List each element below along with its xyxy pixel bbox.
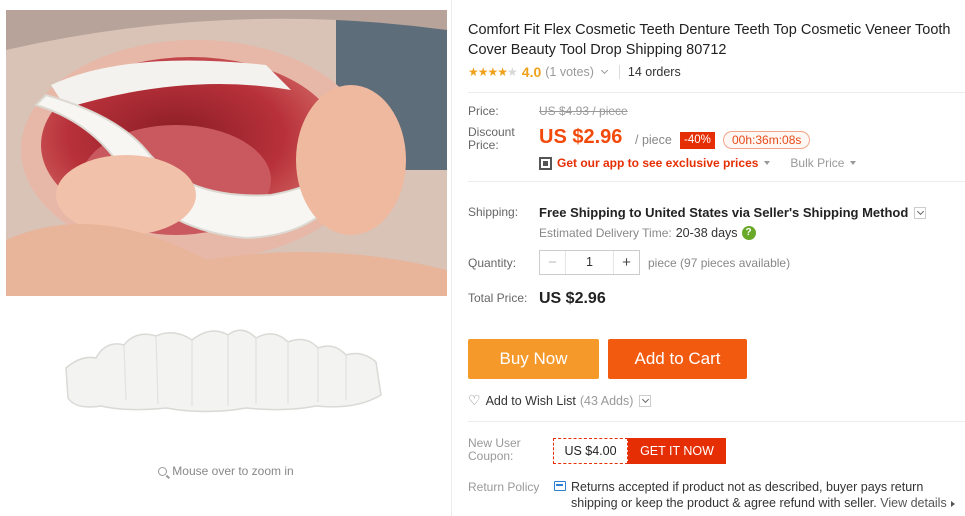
- product-title: Comfort Fit Flex Cosmetic Teeth Denture …: [468, 22, 951, 58]
- stock-availability: piece (97 pieces available): [648, 256, 791, 270]
- quantity-input[interactable]: 1: [565, 251, 614, 274]
- rating-stars-icon: ★★★★★: [468, 65, 518, 79]
- image-gallery: Mouse over to zoom in: [0, 0, 452, 516]
- divider: [468, 421, 965, 422]
- wishlist-dropdown-icon[interactable]: [639, 394, 652, 407]
- coupon-amount: US $4.00: [553, 438, 628, 464]
- veneer-illustration: [65, 329, 382, 413]
- product-page: Mouse over to zoom in Comfort Fit Flex C…: [0, 0, 965, 516]
- discount-price: US $2.96: [539, 126, 623, 148]
- product-info: Comfort Fit Flex Cosmetic Teeth Denture …: [468, 0, 965, 516]
- return-policy-description: Returns accepted if product not as descr…: [571, 480, 924, 510]
- add-to-wishlist-link[interactable]: Add to Wish List: [486, 394, 576, 408]
- delivery-label: Estimated Delivery Time:: [539, 226, 672, 240]
- dropdown-triangle-icon[interactable]: [764, 161, 771, 165]
- quantity-label: Quantity:: [468, 256, 517, 270]
- shipping-method-text[interactable]: Free Shipping to United States via Selle…: [539, 205, 908, 220]
- return-policy-label: Return Policy: [468, 480, 540, 494]
- price-label: Price:: [468, 104, 499, 118]
- orders-count: 14 orders: [627, 65, 681, 79]
- total-price-label: Total Price:: [468, 291, 528, 305]
- shipping-dropdown-icon[interactable]: [914, 206, 927, 219]
- chevron-down-icon[interactable]: [600, 66, 608, 75]
- delivery-time: Estimated Delivery Time: 20-38 days ?: [539, 226, 756, 240]
- main-product-image[interactable]: [6, 10, 447, 296]
- app-price-row: Get our app to see exclusive prices Bulk…: [539, 156, 862, 170]
- heart-icon[interactable]: ♡: [468, 392, 481, 409]
- shipping-method[interactable]: Free Shipping to United States via Selle…: [539, 205, 927, 220]
- view-details-link[interactable]: View details: [880, 496, 946, 510]
- divider: [618, 65, 620, 79]
- votes-link[interactable]: (1 votes): [545, 65, 594, 79]
- increase-quantity-button[interactable]: +: [614, 251, 639, 274]
- help-icon[interactable]: ?: [741, 226, 756, 240]
- per-piece-unit: / piece: [635, 133, 672, 147]
- buy-now-button[interactable]: Buy Now: [468, 339, 599, 379]
- original-price: US $4.93 / piece: [539, 104, 628, 118]
- rating-row: ★★★★★ 4.0 (1 votes) 14 orders: [468, 64, 681, 80]
- total-price: US $2.96: [539, 290, 606, 307]
- decrease-quantity-button[interactable]: −: [540, 251, 565, 274]
- dropdown-triangle-icon[interactable]: [850, 161, 857, 165]
- divider: [468, 92, 965, 93]
- zoom-hint: Mouse over to zoom in: [0, 464, 452, 478]
- wishlist-count: (43 Adds): [579, 393, 634, 408]
- rating-value: 4.0: [521, 64, 542, 80]
- return-policy-icon: [554, 481, 566, 491]
- mouth-photo: [6, 10, 447, 296]
- return-policy-text: Returns accepted if product not as descr…: [571, 479, 965, 511]
- qr-code-icon: [539, 156, 552, 170]
- magnifier-icon: [158, 467, 168, 476]
- discount-badge: -40%: [680, 132, 715, 149]
- get-coupon-button[interactable]: GET IT NOW: [628, 438, 726, 464]
- wishlist-row[interactable]: ♡ Add to Wish List (43 Adds): [468, 392, 652, 409]
- zoom-hint-text: Mouse over to zoom in: [172, 464, 294, 478]
- chevron-right-icon[interactable]: [950, 501, 955, 507]
- coupon-label: New User Coupon:: [468, 436, 521, 463]
- shipping-label: Shipping:: [468, 205, 519, 219]
- delivery-days: 20-38 days: [675, 226, 738, 240]
- app-price-link[interactable]: Get our app to see exclusive prices: [557, 156, 758, 170]
- quantity-stepper: − 1 +: [539, 250, 640, 275]
- bulk-price-link[interactable]: Bulk Price: [790, 156, 844, 170]
- discount-price-label: Discount Price:: [468, 125, 515, 152]
- veneer-image: [6, 300, 447, 460]
- countdown-timer: 00h:36m:08s: [723, 131, 811, 149]
- divider: [468, 181, 965, 182]
- add-to-cart-button[interactable]: Add to Cart: [608, 339, 747, 379]
